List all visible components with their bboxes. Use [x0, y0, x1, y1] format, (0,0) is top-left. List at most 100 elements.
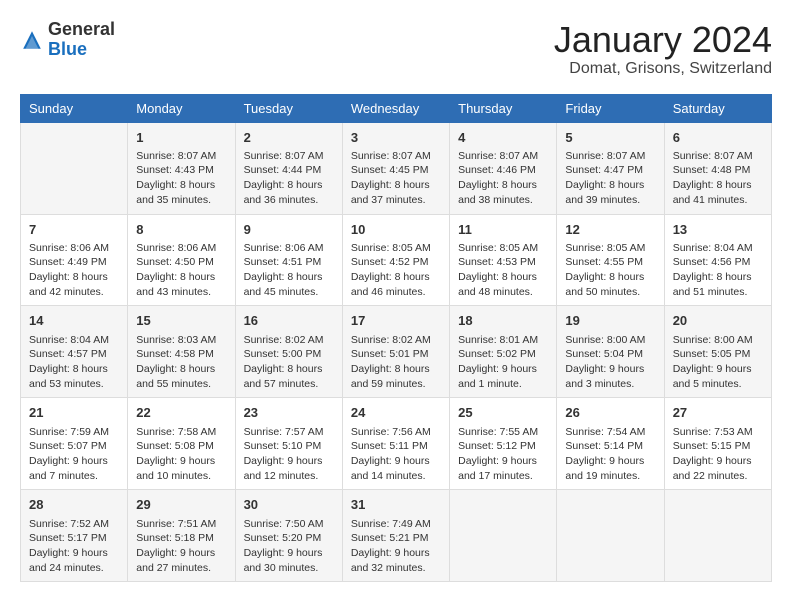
calendar-cell: 29Sunrise: 7:51 AMSunset: 5:18 PMDayligh… — [128, 490, 235, 582]
weekday-header-thursday: Thursday — [450, 94, 557, 122]
day-info: Sunrise: 7:59 AMSunset: 5:07 PMDaylight:… — [29, 425, 119, 484]
day-info: Sunrise: 7:56 AMSunset: 5:11 PMDaylight:… — [351, 425, 441, 484]
calendar-cell: 3 Sunrise: 8:07 AMSunset: 4:45 PMDaylight… — [342, 122, 449, 214]
day-number: 5 — [565, 129, 655, 147]
calendar-cell: 28 Sunrise: 7:52 AMSunset: 5:17 PMDayligh… — [21, 490, 128, 582]
calendar-cell: 15Sunrise: 8:03 AMSunset: 4:58 PMDayligh… — [128, 306, 235, 398]
location-subtitle: Domat, Grisons, Switzerland — [554, 60, 772, 78]
page-header: General Blue January 2024 Domat, Grisons… — [20, 20, 772, 78]
day-info: Sunrise: 7:52 AMSunset: 5:17 PMDaylight:… — [29, 517, 119, 576]
day-info: Sunrise: 8:07 AMSunset: 4:48 PMDaylight:… — [673, 149, 763, 208]
day-number: 27 — [673, 404, 763, 422]
calendar-cell: 30Sunrise: 7:50 AMSunset: 5:20 PMDayligh… — [235, 490, 342, 582]
logo-icon — [20, 28, 44, 52]
day-number: 28 — [29, 496, 119, 514]
calendar-cell — [664, 490, 771, 582]
day-info: Sunrise: 8:06 AMSunset: 4:51 PMDaylight:… — [244, 241, 334, 300]
day-number: 21 — [29, 404, 119, 422]
calendar-cell: 17Sunrise: 8:02 AMSunset: 5:01 PMDayligh… — [342, 306, 449, 398]
logo: General Blue — [20, 20, 115, 60]
week-row-1: 1Sunrise: 8:07 AMSunset: 4:43 PMDaylight… — [21, 122, 772, 214]
calendar-cell: 25 Sunrise: 7:55 AMSunset: 5:12 PMDayligh… — [450, 398, 557, 490]
day-number: 29 — [136, 496, 226, 514]
day-number: 2 — [244, 129, 334, 147]
day-number: 3 — [351, 129, 441, 147]
day-info: Sunrise: 8:06 AMSunset: 4:50 PMDaylight:… — [136, 241, 226, 300]
day-number: 19 — [565, 312, 655, 330]
week-row-2: 7 Sunrise: 8:06 AMSunset: 4:49 PMDaylight… — [21, 214, 772, 306]
day-info: Sunrise: 7:57 AMSunset: 5:10 PMDaylight:… — [244, 425, 334, 484]
calendar-cell: 8 Sunrise: 8:06 AMSunset: 4:50 PMDaylight… — [128, 214, 235, 306]
day-info: Sunrise: 7:55 AMSunset: 5:12 PMDaylight:… — [458, 425, 548, 484]
day-info: Sunrise: 8:07 AMSunset: 4:45 PMDaylight:… — [351, 149, 441, 208]
calendar-cell: 19 Sunrise: 8:00 AMSunset: 5:04 PMDayligh… — [557, 306, 664, 398]
day-number: 17 — [351, 312, 441, 330]
calendar-cell: 31 Sunrise: 7:49 AMSunset: 5:21 PMDayligh… — [342, 490, 449, 582]
calendar-cell: 24 Sunrise: 7:56 AMSunset: 5:11 PMDayligh… — [342, 398, 449, 490]
day-info: Sunrise: 8:07 AMSunset: 4:43 PMDaylight:… — [136, 149, 226, 208]
month-title: January 2024 — [554, 20, 772, 60]
day-number: 25 — [458, 404, 548, 422]
calendar-cell — [21, 122, 128, 214]
title-block: January 2024 Domat, Grisons, Switzerland — [554, 20, 772, 78]
day-info: Sunrise: 8:06 AMSunset: 4:49 PMDaylight:… — [29, 241, 119, 300]
weekday-header-sunday: Sunday — [21, 94, 128, 122]
logo-general: General — [48, 19, 115, 39]
calendar-cell — [450, 490, 557, 582]
day-number: 12 — [565, 221, 655, 239]
week-row-4: 21 Sunrise: 7:59 AMSunset: 5:07 PMDayligh… — [21, 398, 772, 490]
day-number: 6 — [673, 129, 763, 147]
calendar-cell: 21 Sunrise: 7:59 AMSunset: 5:07 PMDayligh… — [21, 398, 128, 490]
weekday-header-row: SundayMondayTuesdayWednesdayThursdayFrid… — [21, 94, 772, 122]
day-number: 9 — [244, 221, 334, 239]
calendar-cell: 23Sunrise: 7:57 AMSunset: 5:10 PMDayligh… — [235, 398, 342, 490]
day-number: 15 — [136, 312, 226, 330]
calendar-cell: 22Sunrise: 7:58 AMSunset: 5:08 PMDayligh… — [128, 398, 235, 490]
week-row-5: 28 Sunrise: 7:52 AMSunset: 5:17 PMDayligh… — [21, 490, 772, 582]
day-number: 10 — [351, 221, 441, 239]
day-number: 8 — [136, 221, 226, 239]
day-info: Sunrise: 7:49 AMSunset: 5:21 PMDaylight:… — [351, 517, 441, 576]
calendar-cell: 10 Sunrise: 8:05 AMSunset: 4:52 PMDayligh… — [342, 214, 449, 306]
calendar-cell: 9 Sunrise: 8:06 AMSunset: 4:51 PMDaylight… — [235, 214, 342, 306]
day-info: Sunrise: 8:05 AMSunset: 4:53 PMDaylight:… — [458, 241, 548, 300]
day-info: Sunrise: 8:05 AMSunset: 4:52 PMDaylight:… — [351, 241, 441, 300]
day-info: Sunrise: 8:02 AMSunset: 5:00 PMDaylight:… — [244, 333, 334, 392]
day-info: Sunrise: 8:05 AMSunset: 4:55 PMDaylight:… — [565, 241, 655, 300]
week-row-3: 14 Sunrise: 8:04 AMSunset: 4:57 PMDayligh… — [21, 306, 772, 398]
day-info: Sunrise: 7:53 AMSunset: 5:15 PMDaylight:… — [673, 425, 763, 484]
calendar-cell: 4 Sunrise: 8:07 AMSunset: 4:46 PMDaylight… — [450, 122, 557, 214]
day-number: 16 — [244, 312, 334, 330]
day-number: 7 — [29, 221, 119, 239]
logo-text: General Blue — [48, 20, 115, 60]
day-info: Sunrise: 7:50 AMSunset: 5:20 PMDaylight:… — [244, 517, 334, 576]
day-info: Sunrise: 8:01 AMSunset: 5:02 PMDaylight:… — [458, 333, 548, 392]
calendar-cell: 20 Sunrise: 8:00 AMSunset: 5:05 PMDayligh… — [664, 306, 771, 398]
day-number: 4 — [458, 129, 548, 147]
day-info: Sunrise: 7:54 AMSunset: 5:14 PMDaylight:… — [565, 425, 655, 484]
day-number: 18 — [458, 312, 548, 330]
calendar-cell: 13Sunrise: 8:04 AMSunset: 4:56 PMDayligh… — [664, 214, 771, 306]
day-number: 14 — [29, 312, 119, 330]
day-info: Sunrise: 8:04 AMSunset: 4:57 PMDaylight:… — [29, 333, 119, 392]
day-info: Sunrise: 8:07 AMSunset: 4:46 PMDaylight:… — [458, 149, 548, 208]
weekday-header-saturday: Saturday — [664, 94, 771, 122]
calendar-cell: 2 Sunrise: 8:07 AMSunset: 4:44 PMDaylight… — [235, 122, 342, 214]
day-info: Sunrise: 8:00 AMSunset: 5:05 PMDaylight:… — [673, 333, 763, 392]
day-number: 11 — [458, 221, 548, 239]
day-info: Sunrise: 8:00 AMSunset: 5:04 PMDaylight:… — [565, 333, 655, 392]
logo-blue: Blue — [48, 39, 87, 59]
calendar-cell: 12 Sunrise: 8:05 AMSunset: 4:55 PMDayligh… — [557, 214, 664, 306]
day-number: 24 — [351, 404, 441, 422]
day-number: 31 — [351, 496, 441, 514]
calendar-cell: 7 Sunrise: 8:06 AMSunset: 4:49 PMDaylight… — [21, 214, 128, 306]
calendar-cell: 6 Sunrise: 8:07 AMSunset: 4:48 PMDaylight… — [664, 122, 771, 214]
day-info: Sunrise: 8:07 AMSunset: 4:44 PMDaylight:… — [244, 149, 334, 208]
calendar-cell: 14 Sunrise: 8:04 AMSunset: 4:57 PMDayligh… — [21, 306, 128, 398]
weekday-header-monday: Monday — [128, 94, 235, 122]
calendar-cell: 1Sunrise: 8:07 AMSunset: 4:43 PMDaylight… — [128, 122, 235, 214]
calendar-cell: 27 Sunrise: 7:53 AMSunset: 5:15 PMDayligh… — [664, 398, 771, 490]
day-number: 20 — [673, 312, 763, 330]
day-number: 26 — [565, 404, 655, 422]
day-number: 22 — [136, 404, 226, 422]
